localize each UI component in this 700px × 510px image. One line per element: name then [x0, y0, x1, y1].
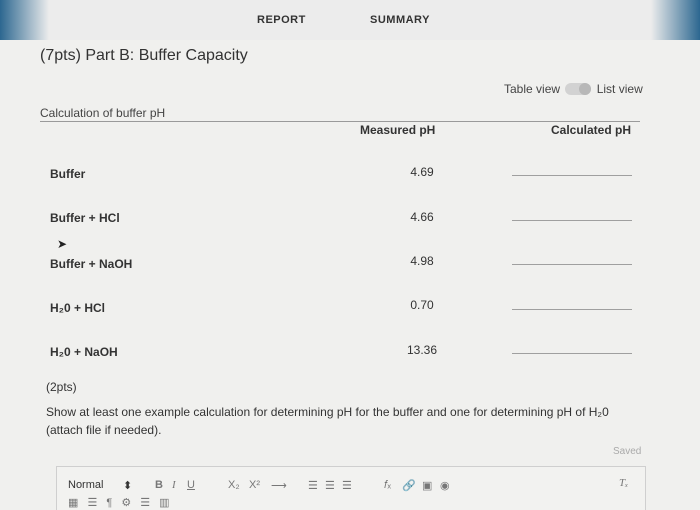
mouse-cursor-icon: ➤ — [57, 237, 68, 251]
top-bar-accent — [0, 0, 700, 40]
table-header-divider — [40, 121, 640, 122]
saved-status: Saved — [613, 446, 642, 457]
calculated-ph-input-buffer-naoh[interactable] — [512, 264, 632, 265]
measured-ph-buffer-naoh: 4.98 — [410, 254, 434, 268]
page-title: (7pts) Part B: Buffer Capacity — [40, 47, 248, 64]
table-view-label[interactable]: Table view — [504, 82, 560, 96]
table-tools-row[interactable]: ▦ ☰ ¶ ⚙ ☰ ▥ — [68, 496, 173, 509]
column-header-measured-ph: Measured pH — [360, 123, 436, 137]
clear-format-icon[interactable]: Tₓ — [619, 477, 628, 489]
arrow-button[interactable]: ⟶ — [271, 479, 287, 492]
row-label-water-naoh: H₂0 + NaOH — [50, 345, 118, 359]
superscript-button[interactable]: X² — [249, 479, 260, 491]
section-label: Calculation of buffer pH — [40, 106, 166, 120]
tab-summary[interactable]: SUMMARY — [370, 14, 430, 26]
calculated-ph-input-buffer[interactable] — [512, 175, 632, 176]
measured-ph-buffer: 4.69 — [410, 165, 434, 179]
bullet-list-icon[interactable]: ☰ — [325, 479, 335, 492]
style-select-arrow-icon[interactable]: ⬍ — [123, 479, 132, 492]
calculated-ph-input-water-naoh[interactable] — [512, 353, 632, 354]
measured-ph-water-hcl: 0.70 — [410, 298, 434, 312]
tab-report[interactable]: REPORT — [257, 14, 306, 26]
measured-ph-buffer-hcl: 4.66 — [410, 210, 434, 224]
row-label-buffer-naoh: Buffer + NaOH — [50, 257, 133, 271]
list-view-label[interactable]: List view — [597, 82, 643, 96]
embed-icon[interactable]: ◉ — [440, 479, 450, 492]
row-label-water-hcl: H₂0 + HCl — [50, 301, 106, 315]
calculated-ph-input-water-hcl[interactable] — [512, 309, 632, 310]
measured-ph-water-naoh: 13.36 — [406, 343, 438, 357]
top-navigation-bar: REPORT SUMMARY — [0, 0, 700, 40]
rich-text-toolbar: Normal ⬍ B I U X₂ X² ⟶ ☰ ☰ ☰ 𝑓ₓ 🔗 ▣ ◉ Tₓ… — [56, 466, 646, 510]
paragraph-style-select[interactable]: Normal — [68, 479, 103, 491]
link-icon[interactable]: 🔗 — [402, 479, 416, 492]
column-header-calculated-ph: Calculated pH — [551, 123, 632, 137]
indent-list-icon[interactable]: ☰ — [342, 479, 352, 492]
bold-button[interactable]: B — [155, 479, 163, 491]
underline-button[interactable]: U — [187, 479, 195, 491]
question-text: Show at least one example calculation fo… — [46, 405, 609, 437]
view-toggle-switch[interactable] — [565, 83, 592, 95]
view-toggle[interactable]: Table view List view — [504, 82, 643, 96]
row-label-buffer-hcl: Buffer + HCl — [50, 211, 120, 225]
subscript-button[interactable]: X₂ — [228, 479, 240, 491]
italic-button[interactable]: I — [172, 479, 176, 491]
toggle-knob — [579, 83, 592, 95]
image-icon[interactable]: ▣ — [422, 479, 432, 492]
formula-icon[interactable]: 𝑓ₓ — [384, 479, 391, 492]
calculated-ph-input-buffer-hcl[interactable] — [512, 220, 632, 221]
question-points: (2pts) — [46, 380, 77, 394]
row-label-buffer: Buffer — [50, 167, 86, 181]
ordered-list-icon[interactable]: ☰ — [308, 479, 318, 492]
